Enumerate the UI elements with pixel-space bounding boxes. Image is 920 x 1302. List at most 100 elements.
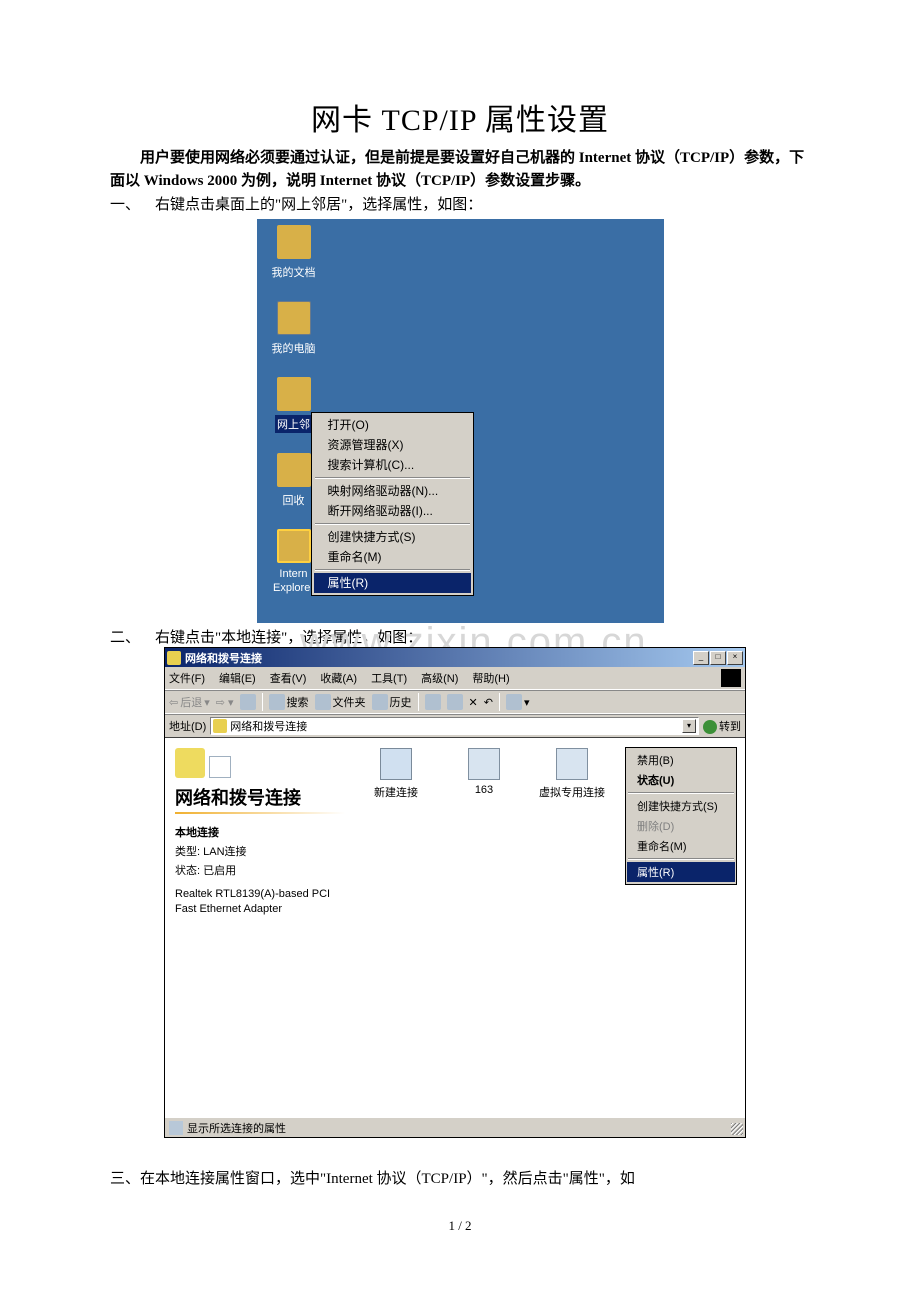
go-button[interactable]: 转到	[703, 718, 741, 734]
forward-button[interactable]: ⇨ ▾	[216, 696, 234, 709]
step-1: 一、 右键点击桌面上的"网上邻居"，选择属性，如图：	[110, 194, 810, 217]
screenshot-window: 网络和拨号连接 _ □ × 文件(F) 编辑(E) 查看(V) 收藏(A) 工具…	[164, 647, 746, 1138]
menu-separator	[628, 858, 734, 860]
menu-shortcut-label: 创建快捷方式(S)	[328, 530, 416, 544]
resize-grip[interactable]	[731, 1123, 743, 1135]
address-bar: 地址(D) 网络和拨号连接 ▾ 转到	[165, 714, 745, 738]
icon-new-connection[interactable]: 新建连接	[361, 748, 431, 800]
history-icon	[372, 694, 388, 710]
page-title: 网卡 TCP/IP 属性设置	[110, 95, 810, 139]
context-menu-connection: 禁用(B) 状态(U) 创建快捷方式(S) 删除(D) 重命名(M) 属性(R)	[625, 747, 737, 885]
address-dropdown[interactable]: 网络和拨号连接 ▾	[210, 717, 699, 735]
status-bar: 显示所选连接的属性	[165, 1117, 745, 1137]
menu-properties-label: 属性(R)	[328, 576, 369, 590]
intro-paragraph: 用户要使用网络必须要通过认证，但是前提是要设置好自己机器的 Internet 协…	[110, 147, 810, 192]
go-icon	[703, 720, 717, 734]
menu-tools[interactable]: 工具(T)	[371, 670, 407, 686]
menu-map-drive[interactable]: 映射网络驱动器(N)...	[314, 481, 471, 501]
label-network-neighborhood: 网上邻	[275, 415, 312, 433]
icon-vpn[interactable]: 虚拟专用连接	[537, 748, 607, 800]
back-button[interactable]: ⇦ 后退 ▾	[169, 694, 210, 710]
ctx-properties[interactable]: 属性(R)	[627, 862, 735, 882]
device-line2: Fast Ethernet Adapter	[175, 903, 345, 915]
folders-label: 文件夹	[333, 694, 366, 710]
step-1-prefix: 一、	[110, 197, 140, 213]
up-button[interactable]	[240, 694, 256, 710]
folder-small-icon	[209, 756, 231, 778]
go-label: 转到	[719, 721, 741, 733]
type-row: 类型: LAN连接	[175, 843, 345, 859]
menu-file[interactable]: 文件(F)	[169, 670, 205, 686]
delete-button[interactable]: ✕	[469, 696, 478, 709]
menu-open[interactable]: 打开(O)	[314, 415, 471, 435]
throbber-icon	[721, 669, 741, 687]
step-1-body: 右键点击桌面上的"网上邻居"，选择属性，如图：	[155, 197, 482, 213]
label-recycle-bin: 回收	[281, 491, 307, 509]
ctx-rename[interactable]: 重命名(M)	[627, 836, 735, 856]
heading-underline	[175, 812, 345, 814]
address-icon	[213, 719, 227, 733]
toolbar: ⇦ 后退 ▾ ⇨ ▾ 搜索 文件夹 历史 ✕ ↶ ▾	[165, 690, 745, 714]
folder-large-icon	[175, 748, 205, 778]
copy-icon	[447, 694, 463, 710]
close-button[interactable]: ×	[727, 651, 743, 665]
up-icon	[240, 694, 256, 710]
undo-button[interactable]: ↶	[484, 696, 493, 709]
views-icon	[506, 694, 522, 710]
connection-name: 本地连接	[175, 824, 345, 840]
label-163: 163	[475, 784, 493, 796]
menubar: 文件(F) 编辑(E) 查看(V) 收藏(A) 工具(T) 高级(N) 帮助(H…	[165, 667, 745, 690]
menu-edit[interactable]: 编辑(E)	[219, 670, 256, 686]
label-ie-line1: Intern	[277, 567, 309, 581]
ie-icon	[277, 529, 311, 563]
label-vpn: 虚拟专用连接	[539, 787, 605, 799]
left-pane: 网络和拨号连接 本地连接 类型: LAN连接 状态: 已启用 Realtek R…	[165, 738, 355, 1117]
label-ie-line2: Explorer	[271, 581, 316, 595]
address-value: 网络和拨号连接	[230, 718, 307, 734]
copy-to-button[interactable]	[447, 694, 463, 710]
folder-icon	[277, 225, 311, 259]
menu-create-shortcut[interactable]: 创建快捷方式(S)	[314, 527, 471, 547]
toolbar-separator	[262, 693, 263, 711]
address-label: 地址(D)	[169, 718, 206, 734]
label-my-computer: 我的电脑	[270, 339, 318, 357]
status-value: 已启用	[203, 865, 236, 877]
status-label: 状态:	[175, 865, 200, 877]
menu-map-label: 映射网络驱动器(N)...	[328, 484, 439, 498]
move-to-button[interactable]	[425, 694, 441, 710]
recycle-icon	[277, 453, 311, 487]
desktop-icon-documents[interactable]: 我的文档	[263, 225, 325, 281]
views-button[interactable]: ▾	[506, 694, 530, 710]
folders-button[interactable]: 文件夹	[315, 694, 366, 710]
menu-help[interactable]: 帮助(H)	[472, 670, 509, 686]
toolbar-separator	[499, 693, 500, 711]
computer-icon	[277, 301, 311, 335]
window-titlebar: 网络和拨号连接 _ □ ×	[165, 648, 745, 667]
history-button[interactable]: 历史	[372, 694, 412, 710]
ctx-status[interactable]: 状态(U)	[627, 770, 735, 790]
menu-explorer[interactable]: 资源管理器(X)	[314, 435, 471, 455]
menu-properties[interactable]: 属性(R)	[314, 573, 471, 593]
device-line1: Realtek RTL8139(A)-based PCI	[175, 888, 345, 900]
menu-disconnect-label: 断开网络驱动器(I)...	[328, 504, 433, 518]
minimize-button[interactable]: _	[693, 651, 709, 665]
menu-rename[interactable]: 重命名(M)	[314, 547, 471, 567]
menu-explorer-label: 资源管理器(X)	[328, 438, 404, 452]
menu-disconnect-drive[interactable]: 断开网络驱动器(I)...	[314, 501, 471, 521]
ctx-create-shortcut[interactable]: 创建快捷方式(S)	[627, 796, 735, 816]
status-row: 状态: 已启用	[175, 862, 345, 878]
icon-163[interactable]: 163	[449, 748, 519, 796]
step-3: 三、在本地连接属性窗口，选中"Internet 协议（TCP/IP）"，然后点击…	[110, 1168, 810, 1191]
page-number: 1 / 2	[0, 1218, 920, 1234]
desktop-icon-computer[interactable]: 我的电脑	[263, 301, 325, 357]
maximize-button[interactable]: □	[710, 651, 726, 665]
label-new-connection: 新建连接	[374, 787, 418, 799]
ctx-disable[interactable]: 禁用(B)	[627, 750, 735, 770]
menu-advanced[interactable]: 高级(N)	[421, 670, 458, 686]
context-menu: 打开(O) 资源管理器(X) 搜索计算机(C)... 映射网络驱动器(N)...…	[311, 412, 474, 596]
menu-search[interactable]: 搜索计算机(C)...	[314, 455, 471, 475]
search-button[interactable]: 搜索	[269, 694, 309, 710]
dropdown-arrow-icon[interactable]: ▾	[682, 719, 696, 733]
menu-favorites[interactable]: 收藏(A)	[320, 670, 357, 686]
menu-view[interactable]: 查看(V)	[270, 670, 307, 686]
